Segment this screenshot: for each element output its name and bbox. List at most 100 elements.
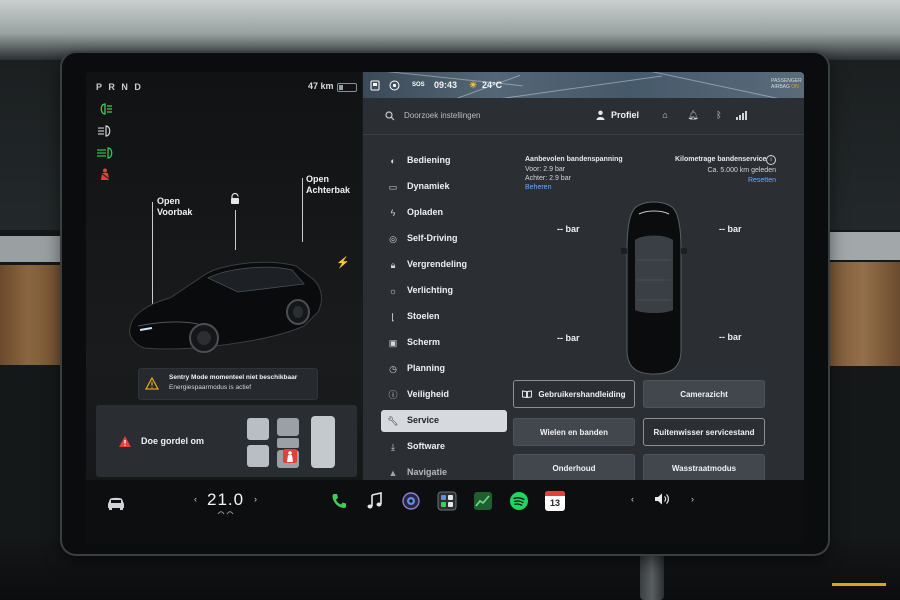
apps-launcher-icon[interactable]	[437, 491, 457, 511]
steering-wheel-icon: ◎	[389, 234, 397, 244]
wiper-service-mode-button[interactable]: Ruitenwisser servicestand	[643, 418, 765, 446]
menu-item-stoelen[interactable]: ⌊ Stoelen	[381, 306, 507, 328]
clock: 09:43	[434, 80, 458, 90]
wrench-icon: 🔧︎	[387, 416, 399, 426]
notification-bell-icon[interactable]: 🔔︎	[687, 109, 699, 121]
temperature-up-button[interactable]: ›	[254, 494, 257, 504]
unlock-icon[interactable]	[229, 193, 241, 205]
tire-pressure-rear: Achter: 2.9 bar	[525, 175, 571, 182]
menu-item-verlichting[interactable]: ☼ Verlichting	[381, 280, 507, 302]
background-accent-line	[832, 583, 886, 586]
menu-item-label: Service	[407, 415, 440, 425]
gear-r: R	[108, 82, 117, 92]
user-manual-button[interactable]: Gebruikershandleiding	[513, 380, 635, 408]
menu-item-software[interactable]: ⤓ Software	[381, 436, 507, 458]
weather-icon: ☀	[469, 80, 478, 90]
calendar-icon[interactable]: 13	[545, 491, 565, 511]
sentry-mode-alert: Sentry Mode momenteel niet beschikbaar E…	[138, 368, 318, 400]
search-input[interactable]: Doorzoek instellingen	[404, 111, 481, 120]
calendar-day: 13	[549, 498, 560, 508]
fog-lights-icon	[97, 147, 113, 159]
seat-icon: ⌊	[391, 312, 395, 322]
charge-port-icon[interactable]: ⚡	[336, 256, 350, 269]
display-icon: ▣	[388, 338, 398, 348]
tire-pressure-title: Aanbevolen bandenspanning	[525, 156, 623, 163]
airbag-line2: AIRBAG	[771, 84, 790, 90]
warning-icon	[119, 436, 131, 447]
menu-item-label: Software	[407, 441, 446, 451]
volume-down-button[interactable]: ‹	[631, 494, 634, 504]
maintenance-button[interactable]: Onderhoud	[513, 454, 635, 482]
navigation-icon: ▲	[388, 468, 398, 478]
open-frunk-link[interactable]: Open Voorbak	[157, 196, 192, 218]
low-beam-icon	[100, 103, 112, 115]
profile-icon[interactable]	[596, 110, 605, 120]
passenger-airbag-indicator: PASSENGER AIRBAG ON	[771, 78, 802, 90]
volume-up-button[interactable]: ›	[691, 494, 694, 504]
reset-mileage-link[interactable]: Resetten	[718, 177, 776, 184]
tire-pressure-rear-right: -- bar	[719, 332, 742, 342]
gear-indicator: P R N D	[96, 82, 143, 92]
menu-item-veiligheid[interactable]: ⓘ Veiligheid	[381, 384, 507, 406]
menu-item-label: Dynamiek	[407, 181, 450, 191]
menu-item-bediening[interactable]: ◐ Bediening	[381, 150, 507, 172]
sos-indicator: SOS	[412, 82, 425, 88]
car-controls-icon[interactable]	[106, 496, 126, 510]
menu-item-planning[interactable]: ◷ Planning	[381, 358, 507, 380]
menu-item-label: Bediening	[407, 155, 451, 165]
spotify-icon[interactable]	[509, 491, 529, 511]
menu-item-label: Verlichting	[407, 285, 454, 295]
seatbelt-alert-text: Doe gordel om	[141, 436, 205, 446]
dashcam-icon[interactable]	[389, 80, 400, 91]
background-trim-right	[826, 232, 900, 260]
menu-item-service[interactable]: 🔧︎ Service	[381, 410, 507, 432]
menu-item-label: Self-Driving	[407, 233, 458, 243]
service-content: Aanbevolen bandenspanning Voor: 2.9 bar …	[513, 134, 804, 482]
menu-item-label: Veiligheid	[407, 389, 450, 399]
stocks-icon[interactable]	[473, 491, 493, 511]
tire-service-mileage-title: Kilometrage bandenservice	[675, 156, 767, 163]
open-trunk-link[interactable]: Open Achterbak	[306, 174, 350, 196]
manage-tire-pressure-link[interactable]: Beheren	[525, 184, 551, 191]
search-icon[interactable]	[385, 111, 395, 121]
background-cable	[640, 550, 664, 600]
profile-button[interactable]: Profiel	[611, 110, 639, 120]
menu-item-label: Vergrendeling	[407, 259, 468, 269]
menu-item-opladen[interactable]: ϟ Opladen	[381, 202, 507, 224]
menu-item-dynamiek[interactable]: ▭ Dynamiek	[381, 176, 507, 198]
menu-item-scherm[interactable]: ▣ Scherm	[381, 332, 507, 354]
climate-seat-heater-icon	[217, 511, 234, 515]
background-windshield	[0, 0, 900, 60]
top-status-bar: SOS 09:43 ☀ 24°C PASSENGER AIRBAG ON	[363, 72, 804, 98]
download-icon: ⤓	[391, 442, 395, 452]
temperature-down-button[interactable]: ‹	[194, 494, 197, 504]
phone-icon[interactable]	[329, 491, 349, 511]
cabin-temperature[interactable]: 21.0	[207, 490, 244, 510]
home-icon[interactable]: ⌂	[659, 109, 671, 121]
car-wash-mode-button[interactable]: Wasstraatmodus	[643, 454, 765, 482]
menu-item-label: Opladen	[407, 207, 444, 217]
car-status-panel[interactable]: P R N D 47 km Open Voorbak Open Achterba…	[86, 72, 362, 480]
toggle-icon: ◐	[390, 156, 396, 166]
background-trim-left	[0, 236, 70, 262]
music-icon[interactable]	[365, 491, 385, 511]
car-top-view-image	[621, 201, 687, 375]
bluetooth-icon[interactable]: ᛒ	[713, 109, 725, 121]
menu-item-label: Scherm	[407, 337, 441, 347]
lte-signal-icon	[736, 111, 747, 120]
tire-pressure-front-left: -- bar	[557, 224, 580, 234]
wheels-tires-button[interactable]: Wielen en banden	[513, 418, 635, 446]
camera-view-button[interactable]: Camerazicht	[643, 380, 765, 408]
menu-item-vergrendeling[interactable]: 🔒︎ Vergrendeling	[381, 254, 507, 276]
volume-icon[interactable]	[654, 492, 672, 506]
car-icon: ▭	[388, 182, 398, 192]
background-wood-right	[826, 262, 900, 366]
menu-item-self-driving[interactable]: ◎ Self-Driving	[381, 228, 507, 250]
book-icon	[522, 390, 533, 398]
range-readout: 47 km	[308, 81, 334, 91]
camera-icon[interactable]	[401, 491, 421, 511]
car-3d-image[interactable]	[118, 228, 328, 368]
info-icon[interactable]: i	[766, 155, 776, 165]
gear-p: P	[96, 82, 104, 92]
user-manual-label: Gebruikershandleiding	[538, 390, 626, 399]
